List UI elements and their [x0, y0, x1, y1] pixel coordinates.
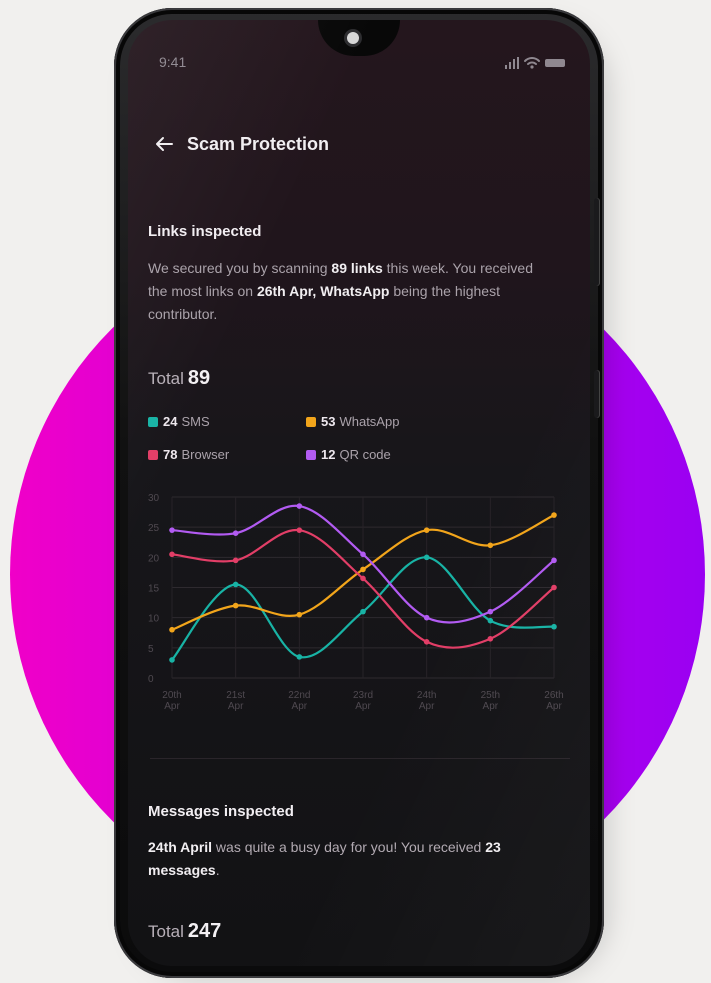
x-tick-label-6: 26th Apr: [544, 690, 563, 712]
point-whatsapp-3: [360, 566, 366, 573]
messages-description: 24th April was quite a busy day for you!…: [148, 839, 501, 878]
signal-icon: [505, 57, 519, 69]
x-tick-label-2: 22nd Apr: [288, 690, 310, 712]
point-qr-code-5: [487, 608, 494, 615]
links-total: Total 89: [148, 367, 211, 389]
point-sms-2: [296, 654, 303, 660]
legend-whatsapp-label: WhatsApp: [339, 414, 400, 429]
point-qr-code-2: [296, 503, 303, 509]
point-whatsapp-5: [487, 542, 494, 549]
y-tick-label-5: 25: [148, 523, 160, 534]
back-button[interactable]: [153, 133, 175, 155]
y-tick-label-4: 20: [148, 553, 160, 564]
mobile-screen: 9:41 Scam Protection Links inspected We …: [128, 20, 590, 966]
point-sms-5: [487, 617, 494, 624]
point-qr-code-4: [423, 614, 430, 621]
legend-sms-label: SMS: [181, 414, 210, 429]
legend-whatsapp: 53 WhatsApp: [306, 414, 456, 429]
point-qr-code-0: [169, 527, 175, 533]
legend-browser-count: 78: [163, 447, 178, 462]
point-qr-code-6: [551, 557, 557, 564]
back-arrow-icon: [156, 137, 173, 151]
point-sms-6: [551, 623, 557, 630]
x-tick-label-5: 25th Apr: [481, 690, 500, 712]
point-browser-5: [487, 635, 494, 642]
wifi-icon: [524, 57, 540, 69]
front-notch: [318, 20, 400, 56]
links-legend: 24 SMS 53 WhatsApp 78 Browser 12 QR code: [148, 414, 448, 462]
x-tick-label-3: 23rd Apr: [353, 690, 373, 712]
page-title: Scam Protection: [187, 133, 330, 154]
legend-sms-count: 24: [163, 414, 178, 429]
point-browser-6: [551, 584, 557, 591]
links-heading: Links inspected: [148, 223, 262, 240]
whatsapp-swatch: [306, 416, 316, 427]
point-whatsapp-1: [232, 602, 239, 609]
y-tick-label-3: 15: [148, 584, 160, 595]
qr-code-swatch: [306, 449, 316, 460]
point-browser-0: [169, 551, 175, 558]
y-tick-label-2: 10: [148, 614, 160, 625]
status-icons: [505, 56, 565, 70]
point-whatsapp-4: [423, 527, 430, 533]
point-whatsapp-6: [551, 512, 557, 518]
point-sms-0: [169, 657, 175, 663]
legend-browser-label: Browser: [181, 447, 230, 462]
volume-button[interactable]: [594, 370, 600, 418]
links-description: We secured you by scanning 89 links this…: [148, 260, 533, 322]
legend-browser: 78 Browser: [148, 447, 306, 462]
x-tick-label-4: 24th Apr: [417, 690, 436, 712]
legend-sms: 24 SMS: [148, 414, 306, 429]
legend-qr-code-label: QR code: [339, 447, 391, 462]
point-browser-2: [296, 527, 303, 533]
legend-qr-code: 12 QR code: [306, 447, 456, 462]
status-time: 9:41: [159, 54, 187, 70]
point-whatsapp-0: [169, 626, 175, 633]
browser-swatch: [148, 449, 158, 460]
x-tick-label-0: 20th Apr: [162, 690, 181, 712]
point-browser-3: [360, 575, 366, 582]
y-tick-label-6: 30: [148, 493, 160, 504]
point-browser-4: [423, 639, 430, 645]
y-tick-label-0: 0: [148, 674, 154, 685]
power-button[interactable]: [594, 198, 600, 286]
point-browser-1: [232, 557, 239, 564]
point-sms-1: [232, 581, 239, 588]
section-divider: [150, 758, 570, 759]
point-qr-code-1: [232, 530, 239, 536]
messages-total: Total 247: [148, 920, 222, 942]
messages-heading: Messages inspected: [148, 803, 294, 820]
y-tick-label-1: 5: [148, 644, 154, 655]
x-tick-label-1: 21st Apr: [226, 690, 245, 712]
point-sms-4: [423, 554, 430, 561]
point-whatsapp-2: [296, 611, 303, 618]
front-camera: [347, 32, 359, 44]
links-line-chart: 0 5 10 15 20 25 30 20th Apr 21st Apr 22nd Apr 23rd Apr…: [148, 493, 564, 712]
battery-icon: [545, 59, 565, 67]
legend-qr-code-count: 12: [321, 447, 336, 462]
legend-whatsapp-count: 53: [321, 414, 336, 429]
point-sms-3: [360, 608, 366, 615]
point-qr-code-3: [360, 551, 366, 558]
page-header: Scam Protection: [153, 133, 329, 155]
sms-swatch: [148, 416, 158, 427]
